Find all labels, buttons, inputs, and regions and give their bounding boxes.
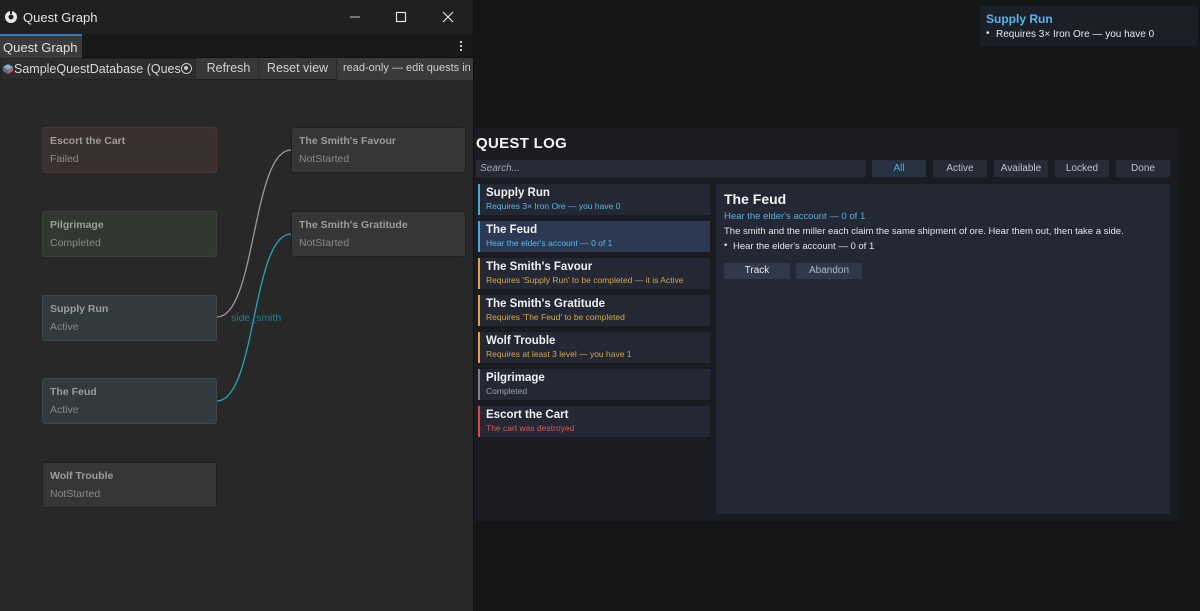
quest-item-escort-the-cart[interactable]: Escort the Cart The cart was destroyed	[478, 406, 710, 437]
quest-item-pilgrimage[interactable]: Pilgrimage Completed	[478, 369, 710, 400]
node-wolf-trouble[interactable]: Wolf Trouble NotStarted	[42, 462, 217, 508]
database-object-field[interactable]: SampleQuestDatabase (Ques	[0, 58, 196, 80]
minimize-icon	[350, 16, 360, 18]
quest-graph-window: Quest Graph Quest Graph SampleQuestDatab…	[0, 0, 474, 611]
tab-bar: Quest Graph	[0, 34, 473, 58]
node-the-smiths-favour[interactable]: The Smith's Favour NotStarted	[291, 127, 466, 173]
node-status: Completed	[50, 237, 101, 249]
filter-all-button[interactable]: All	[872, 160, 926, 177]
node-title: Escort the Cart	[50, 135, 126, 147]
edge-supply-to-favour	[216, 149, 292, 318]
quest-item-name: The Smith's Favour	[486, 261, 593, 273]
quest-item-status: Hear the elder's account — 0 of 1	[486, 238, 613, 248]
quest-log-title: QUEST LOG	[476, 135, 568, 152]
detail-title: The Feud	[724, 191, 787, 207]
node-title: Pilgrimage	[50, 219, 104, 231]
node-status: NotStarted	[299, 153, 350, 165]
quest-item-the-smiths-favour[interactable]: The Smith's Favour Requires 'Supply Run'…	[478, 258, 710, 289]
abandon-button[interactable]: Abandon	[796, 263, 862, 279]
window-title: Quest Graph	[23, 10, 98, 25]
node-escort-the-cart[interactable]: Escort the Cart Failed	[42, 127, 217, 173]
node-status: NotStarted	[299, 237, 350, 249]
quest-tracker-hud: Supply Run Requires 3× Iron Ore — you ha…	[980, 6, 1198, 46]
filter-available-button[interactable]: Available	[994, 160, 1048, 177]
node-title: The Feud	[50, 386, 97, 398]
node-pilgrimage[interactable]: Pilgrimage Completed	[42, 211, 217, 257]
quest-item-name: The Feud	[486, 224, 538, 236]
quest-item-the-smiths-gratitude[interactable]: The Smith's Gratitude Requires 'The Feud…	[478, 295, 710, 326]
tab-quest-graph[interactable]: Quest Graph	[0, 34, 82, 58]
node-title: Supply Run	[50, 303, 109, 315]
kebab-menu-icon[interactable]	[456, 39, 466, 53]
refresh-button[interactable]: Refresh	[199, 58, 259, 80]
quest-item-name: Supply Run	[486, 187, 550, 199]
quest-item-name: The Smith's Gratitude	[486, 298, 606, 310]
database-object-name: SampleQuestDatabase (Ques	[14, 62, 181, 76]
node-supply-run[interactable]: Supply Run Active	[42, 295, 217, 341]
node-title: The Smith's Favour	[299, 135, 397, 147]
node-the-smiths-gratitude[interactable]: The Smith's Gratitude NotStarted	[291, 211, 466, 257]
reset-view-button[interactable]: Reset view	[259, 58, 337, 80]
minimize-button[interactable]	[344, 6, 366, 28]
quest-item-status: Requires 3× Iron Ore — you have 0	[486, 201, 621, 211]
quest-log-panel: QUEST LOG All Active Available Locked Do…	[474, 128, 1178, 521]
quest-item-name: Wolf Trouble	[486, 335, 556, 347]
graph-canvas[interactable]: Escort the Cart Failed Pilgrimage Comple…	[0, 81, 473, 611]
quest-item-the-feud[interactable]: The Feud Hear the elder's account — 0 of…	[478, 221, 710, 252]
search-input[interactable]	[476, 160, 866, 177]
node-the-feud[interactable]: The Feud Active	[42, 378, 217, 424]
node-title: The Smith's Gratitude	[299, 219, 408, 231]
quest-item-status: Requires at least 3 level — you have 1	[486, 349, 632, 359]
filter-done-button[interactable]: Done	[1116, 160, 1170, 177]
quest-detail-panel: The Feud Hear the elder's account — 0 of…	[716, 184, 1170, 514]
quest-item-status: Requires 'The Feud' to be completed	[486, 312, 625, 322]
detail-progress: Hear the elder's account — 0 of 1	[724, 211, 866, 222]
track-button[interactable]: Track	[724, 263, 790, 279]
quest-item-name: Pilgrimage	[486, 372, 545, 384]
maximize-icon	[395, 11, 407, 23]
close-icon	[442, 11, 454, 23]
node-status: NotStarted	[50, 488, 101, 500]
node-status: Active	[50, 404, 79, 416]
graph-toolbar: SampleQuestDatabase (Ques Refresh Reset …	[0, 58, 473, 80]
node-title: Wolf Trouble	[50, 470, 114, 482]
detail-description: The smith and the miller each claim the …	[724, 226, 1124, 237]
edge-label: side_smith	[231, 312, 282, 324]
quest-item-status: The cart was destroyed	[486, 423, 575, 433]
filter-active-button[interactable]: Active	[933, 160, 987, 177]
maximize-button[interactable]	[390, 6, 412, 28]
readonly-note: read-only — edit quests in th	[338, 58, 473, 80]
node-status: Active	[50, 321, 79, 333]
quest-item-wolf-trouble[interactable]: Wolf Trouble Requires at least 3 level —…	[478, 332, 710, 363]
quest-item-status: Completed	[486, 386, 528, 396]
tracker-requirement: Requires 3× Iron Ore — you have 0	[986, 28, 1198, 40]
tracker-quest-title: Supply Run	[986, 12, 1053, 26]
filter-locked-button[interactable]: Locked	[1055, 160, 1109, 177]
close-button[interactable]	[437, 6, 459, 28]
unity-logo-icon	[5, 10, 17, 23]
window-titlebar[interactable]: Quest Graph	[0, 0, 473, 34]
scriptable-object-icon	[3, 64, 13, 74]
quest-item-status: Requires 'Supply Run' to be completed — …	[486, 275, 684, 285]
detail-objective: Hear the elder's account — 0 of 1	[724, 240, 1170, 252]
quest-item-supply-run[interactable]: Supply Run Requires 3× Iron Ore — you ha…	[478, 184, 710, 215]
node-status: Failed	[50, 153, 79, 165]
object-picker-icon[interactable]	[181, 63, 192, 74]
quest-item-name: Escort the Cart	[486, 409, 569, 421]
